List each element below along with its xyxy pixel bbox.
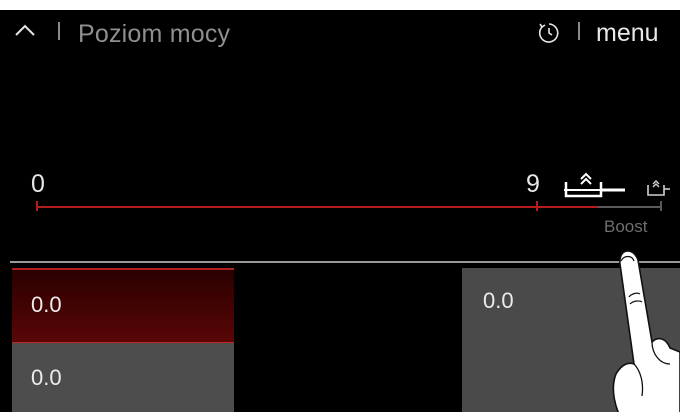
- menu-button[interactable]: menu: [596, 19, 659, 48]
- cooking-zone-right[interactable]: 0.0: [462, 268, 680, 412]
- zone-power-value: 0.0: [31, 365, 62, 390]
- cooking-zone-left-front[interactable]: 0.0: [12, 268, 234, 344]
- cooktop-screen: Poziom mocy menu 0 9 Boost 0.0 0.0 0.0: [0, 10, 680, 412]
- timer-icon: [538, 23, 559, 43]
- boost-pot-icon: [647, 180, 670, 196]
- chevron-up-icon: [15, 24, 35, 36]
- header: Poziom mocy menu: [0, 10, 680, 56]
- separator: [58, 22, 60, 40]
- page-title: Poziom mocy: [78, 20, 231, 48]
- zone-power-value: 0.0: [483, 288, 514, 313]
- boost-pot-icon[interactable]: [563, 170, 633, 200]
- back-button[interactable]: [12, 20, 38, 46]
- timer-button[interactable]: [537, 21, 561, 45]
- cooking-zone-left-rear[interactable]: 0.0: [12, 343, 234, 412]
- zone-power-value: 0.0: [31, 292, 62, 317]
- boost-label[interactable]: Boost: [604, 217, 647, 237]
- separator: [578, 22, 580, 40]
- divider: [10, 261, 680, 263]
